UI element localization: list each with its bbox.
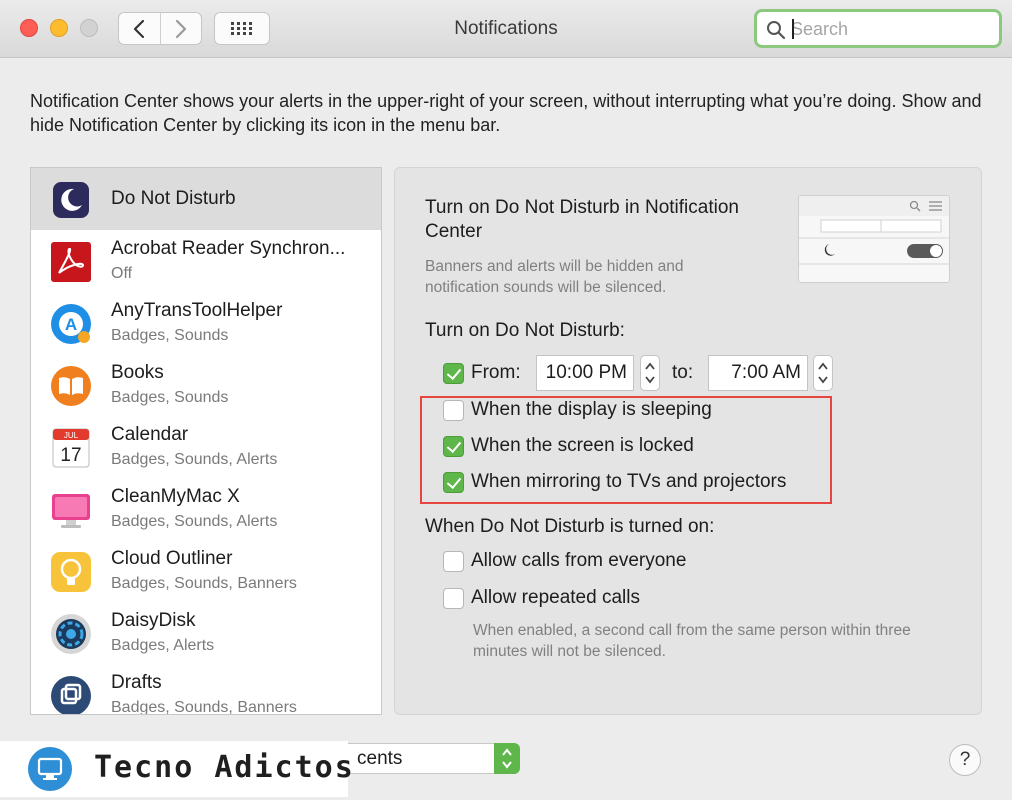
app-name: Cloud Outliner <box>111 548 233 569</box>
chevron-left-icon <box>134 19 145 38</box>
moon-icon <box>53 182 89 218</box>
app-name: Calendar <box>111 424 189 445</box>
minimize-window-button[interactable] <box>50 19 68 37</box>
calendar-icon: JUL 17 <box>52 428 90 468</box>
drafts-icon <box>51 676 91 714</box>
grid-icon <box>231 21 252 35</box>
calendar-day: 17 <box>60 445 81 466</box>
to-time-stepper[interactable] <box>813 355 833 391</box>
app-alert-summary: Off <box>111 265 133 282</box>
watermark: Tecno Adictos <box>0 741 353 797</box>
notification-center-preview <box>798 195 950 283</box>
app-alert-summary: Badges, Alerts <box>111 637 215 654</box>
stepper-arrows-icon <box>818 362 828 384</box>
to-time-field[interactable]: 7:00 AM <box>708 355 808 391</box>
from-time-field[interactable]: 10:00 PM <box>536 355 634 391</box>
screen-locked-checkbox[interactable] <box>443 436 464 457</box>
app-name: Do Not Disturb <box>111 188 236 209</box>
stepper-arrows-icon <box>645 362 655 384</box>
app-name: DaisyDisk <box>111 610 196 631</box>
app-name: Books <box>111 362 164 383</box>
close-window-button[interactable] <box>20 19 38 37</box>
daisydisk-icon <box>51 614 91 654</box>
from-label: From: <box>471 362 521 383</box>
app-alert-summary: Badges, Sounds <box>111 389 229 406</box>
cloud-outliner-icon <box>51 552 91 592</box>
search-icon <box>767 21 786 40</box>
app-item-cleanmymac[interactable]: CleanMyMac X Badges, Sounds, Alerts <box>31 478 381 540</box>
app-item-drafts[interactable]: Drafts Badges, Sounds, Banners <box>31 664 381 715</box>
mirroring-label: When mirroring to TVs and projectors <box>471 471 787 492</box>
app-item-cloud-outliner[interactable]: Cloud Outliner Badges, Sounds, Banners <box>31 540 381 602</box>
from-checkbox[interactable] <box>443 363 464 384</box>
screen-locked-label: When the screen is locked <box>471 435 694 456</box>
anytrans-icon: A <box>51 304 91 344</box>
watermark-text: Tecno Adictos <box>94 750 355 785</box>
books-icon <box>51 366 91 406</box>
mirroring-checkbox[interactable] <box>443 472 464 493</box>
calendar-month: JUL <box>64 431 79 440</box>
dnd-help-text: Banners and alerts will be hidden and no… <box>425 258 684 296</box>
allow-repeated-calls-label: Allow repeated calls <box>471 587 640 608</box>
svg-text:A: A <box>65 315 77 334</box>
show-all-button[interactable] <box>214 12 270 45</box>
back-button[interactable] <box>119 13 160 44</box>
notification-center-preview-illustration <box>799 196 949 265</box>
app-alert-summary: Badges, Sounds, Alerts <box>111 513 278 530</box>
app-item-do-not-disturb[interactable]: Do Not Disturb <box>31 168 381 230</box>
app-item-books[interactable]: Books Badges, Sounds <box>31 354 381 416</box>
app-name: Acrobat Reader Synchron... <box>111 238 346 259</box>
intro-text: Notification Center shows your alerts in… <box>30 91 982 135</box>
sort-value: cents <box>357 748 403 769</box>
popup-arrows <box>494 743 520 774</box>
back-forward-group <box>118 12 202 45</box>
repeated-calls-note: When enabled, a second call from the sam… <box>473 622 911 660</box>
app-item-daisydisk[interactable]: DaisyDisk Badges, Alerts <box>31 602 381 664</box>
acrobat-icon <box>51 242 91 282</box>
app-item-acrobat[interactable]: Acrobat Reader Synchron... Off <box>31 230 381 292</box>
app-item-anytrans[interactable]: A AnyTransToolHelper Badges, Sounds <box>31 292 381 354</box>
zoom-window-button[interactable] <box>80 19 98 37</box>
display-sleeping-checkbox[interactable] <box>443 400 464 421</box>
allow-calls-everyone-checkbox[interactable] <box>443 551 464 572</box>
chevron-updown-icon <box>502 748 512 769</box>
app-name: CleanMyMac X <box>111 486 240 507</box>
app-alert-summary: Badges, Sounds <box>111 327 229 344</box>
search-field[interactable] <box>754 9 1002 48</box>
chevron-right-icon <box>175 19 186 38</box>
app-name: Drafts <box>111 672 162 693</box>
dnd-heading: Turn on Do Not Disturb in Notification C… <box>425 197 739 242</box>
to-label: to: <box>672 362 694 383</box>
app-alert-summary: Badges, Sounds, Alerts <box>111 451 278 468</box>
when-on-label: When Do Not Disturb is turned on: <box>425 516 715 537</box>
allow-calls-everyone-label: Allow calls from everyone <box>471 550 687 571</box>
display-sleeping-label: When the display is sleeping <box>471 399 712 420</box>
monitor-logo-icon <box>28 747 72 791</box>
moon-icon <box>824 244 835 256</box>
search-input[interactable] <box>791 16 991 42</box>
text-caret <box>792 19 794 39</box>
app-list[interactable]: Do Not Disturb Acrobat Reader Synchron..… <box>30 167 382 715</box>
from-time-stepper[interactable] <box>640 355 660 391</box>
app-item-calendar[interactable]: JUL 17 Calendar Badges, Sounds, Alerts <box>31 416 381 478</box>
forward-button[interactable] <box>159 13 202 44</box>
do-not-disturb-panel: Turn on Do Not Disturb in Notification C… <box>394 167 982 715</box>
cleanmymac-icon <box>52 494 90 528</box>
title-bar: Notifications <box>0 0 1012 58</box>
schedule-label: Turn on Do Not Disturb: <box>425 320 625 341</box>
app-alert-summary: Badges, Sounds, Banners <box>111 575 297 592</box>
app-name: AnyTransToolHelper <box>111 300 283 321</box>
app-alert-summary: Badges, Sounds, Banners <box>111 699 297 715</box>
help-button[interactable]: ? <box>949 744 981 776</box>
allow-repeated-calls-checkbox[interactable] <box>443 588 464 609</box>
